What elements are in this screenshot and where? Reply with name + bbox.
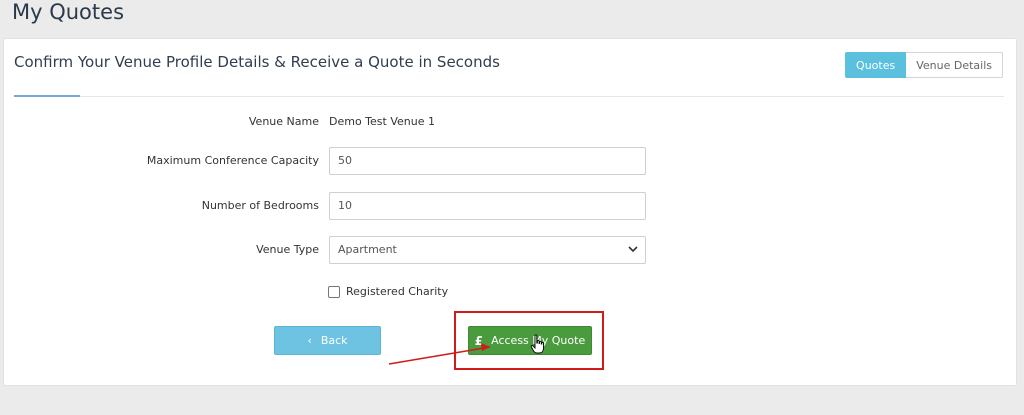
capacity-label: Maximum Conference Capacity [146, 154, 319, 167]
tab-venue-details[interactable]: Venue Details [906, 52, 1003, 78]
page-title: My Quotes [12, 0, 125, 24]
heading-underline [14, 95, 80, 97]
capacity-input[interactable]: 50 [329, 147, 646, 175]
venue-name-value: Demo Test Venue 1 [329, 115, 435, 128]
capacity-row: Maximum Conference Capacity 50 [4, 147, 1014, 175]
bedrooms-label: Number of Bedrooms [201, 199, 319, 212]
registered-charity-row: Registered Charity [328, 285, 448, 298]
chevron-down-icon [628, 246, 638, 253]
heading-divider [14, 96, 1004, 97]
bedrooms-input[interactable]: 10 [329, 192, 646, 220]
tab-bar: Quotes Venue Details [845, 52, 1003, 78]
registered-charity-checkbox[interactable] [328, 285, 340, 298]
pound-icon: £ [474, 333, 484, 348]
venue-type-value: Apartment [329, 236, 646, 264]
back-button[interactable]: ‹ Back [274, 326, 381, 355]
chevron-left-icon: ‹ [307, 334, 312, 347]
venue-type-select[interactable]: Apartment [329, 236, 646, 264]
hand-pointer-icon [530, 334, 544, 354]
venue-type-row: Venue Type Apartment [4, 236, 1014, 264]
venue-name-label: Venue Name [248, 115, 319, 128]
registered-charity-label: Registered Charity [346, 285, 449, 298]
bedrooms-row: Number of Bedrooms 10 [4, 192, 1014, 220]
back-button-label: Back [320, 334, 348, 347]
tab-quotes[interactable]: Quotes [845, 52, 907, 78]
panel-heading: Confirm Your Venue Profile Details & Rec… [14, 53, 500, 71]
quote-panel: Confirm Your Venue Profile Details & Rec… [3, 38, 1017, 386]
venue-name-row: Venue Name Demo Test Venue 1 [4, 108, 1014, 136]
venue-type-label: Venue Type [256, 243, 319, 256]
